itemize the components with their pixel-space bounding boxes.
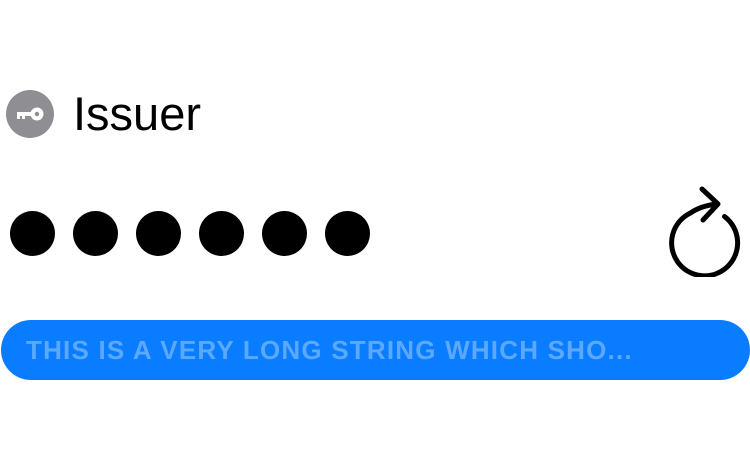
code-dot xyxy=(262,211,307,256)
code-dot xyxy=(136,211,181,256)
banner-text: THIS IS A VERY LONG STRING WHICH SHO... xyxy=(26,334,633,365)
code-dot xyxy=(73,211,118,256)
code-dot xyxy=(325,211,370,256)
key-icon xyxy=(6,90,54,138)
code-dot xyxy=(199,211,244,256)
masked-code xyxy=(10,211,370,256)
issuer-banner[interactable]: THIS IS A VERY LONG STRING WHICH SHO... xyxy=(1,320,750,380)
issuer-label: Issuer xyxy=(73,87,201,140)
code-dot xyxy=(10,211,55,256)
token-card: Issuer THIS IS A VERY LONG STRING WHICH … xyxy=(0,0,750,450)
refresh-button[interactable] xyxy=(666,181,748,277)
issuer-header: Issuer xyxy=(6,89,201,139)
refresh-icon xyxy=(669,186,741,277)
